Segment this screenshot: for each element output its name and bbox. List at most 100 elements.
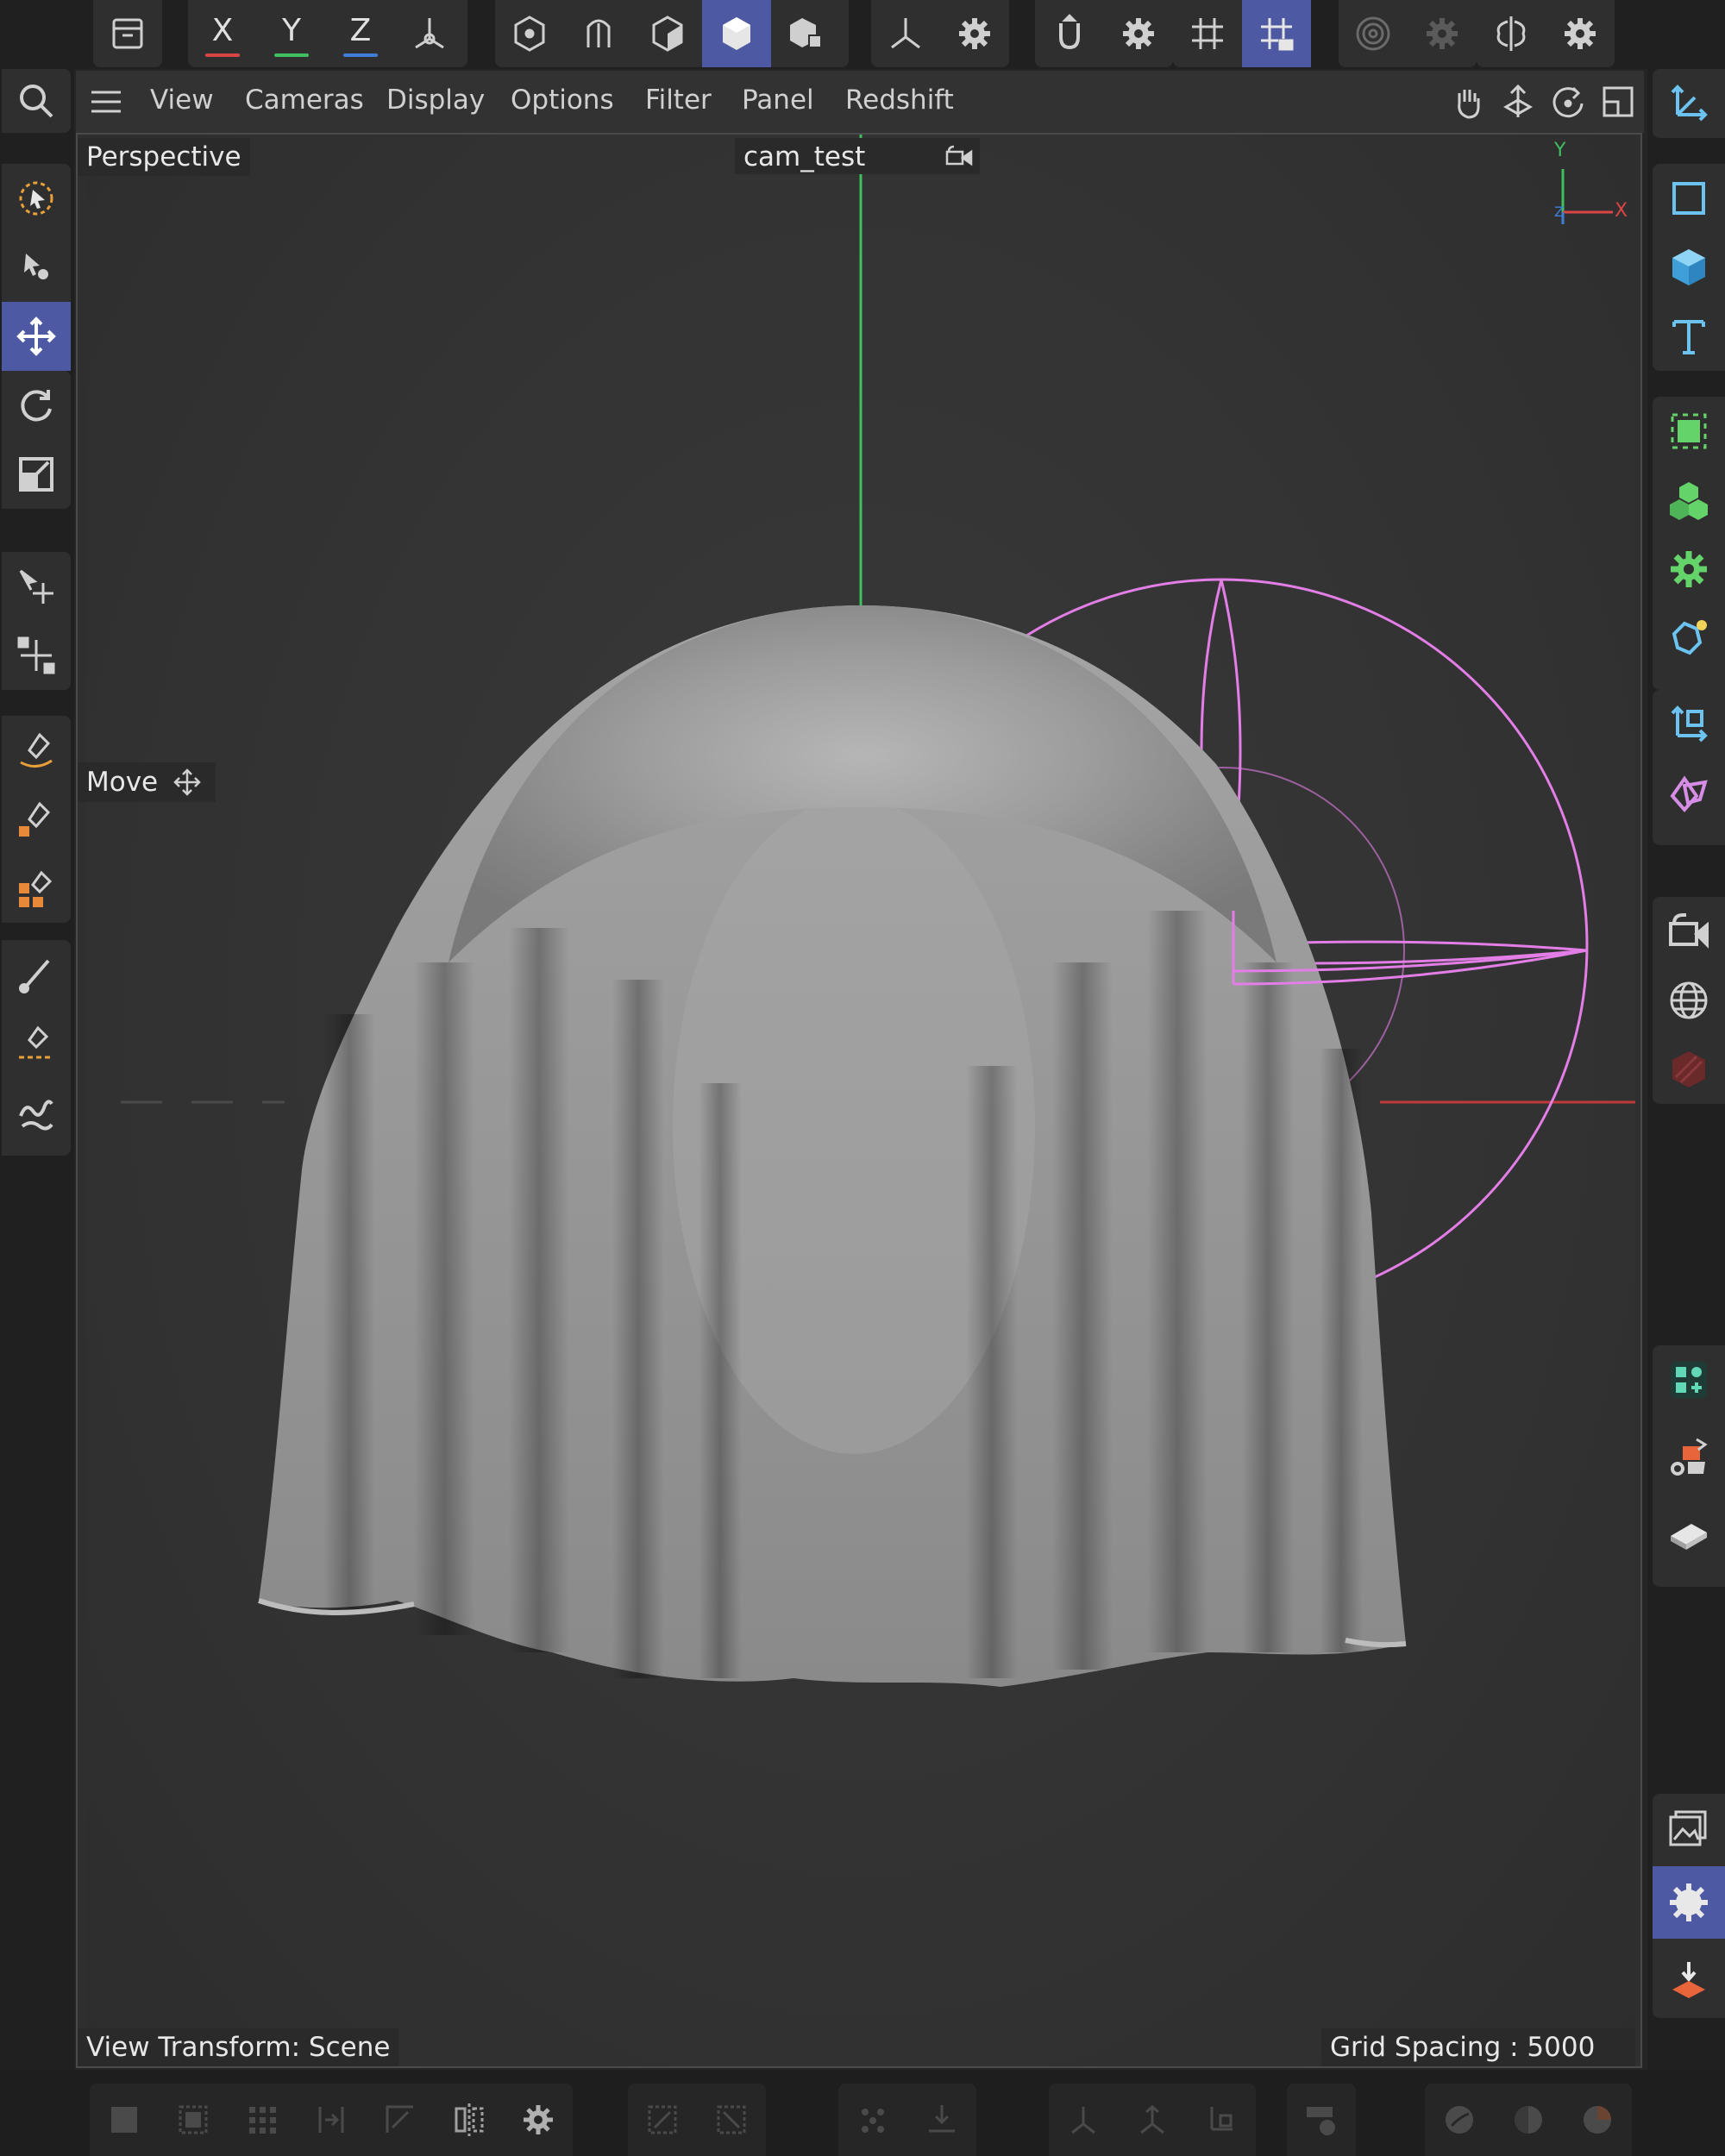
bottom-settings-gear-icon[interactable] bbox=[504, 2084, 573, 2156]
toolbar-group-symmetry bbox=[1477, 0, 1615, 67]
null-icon[interactable] bbox=[1653, 690, 1725, 759]
spline-primitive-icon[interactable] bbox=[1653, 164, 1725, 233]
workplane-lock-icon[interactable] bbox=[1242, 0, 1311, 67]
point-mode-icon[interactable] bbox=[838, 2084, 907, 2156]
spline-insert-icon[interactable] bbox=[1118, 2084, 1187, 2156]
undo-icon[interactable] bbox=[93, 0, 162, 67]
cloner-icon[interactable] bbox=[1653, 466, 1725, 535]
transform-icon[interactable] bbox=[2, 552, 71, 621]
spline-add-icon[interactable] bbox=[1049, 2084, 1118, 2156]
coordinate-system-icon[interactable] bbox=[395, 0, 464, 67]
render-icon[interactable] bbox=[228, 2084, 297, 2156]
menu-filter[interactable]: Filter bbox=[645, 85, 712, 116]
render-view-icon[interactable] bbox=[159, 2084, 228, 2156]
cube-primitive-icon[interactable] bbox=[1653, 233, 1725, 302]
fields-icon[interactable] bbox=[1653, 604, 1725, 673]
symmetry-gear-icon[interactable] bbox=[1546, 0, 1615, 67]
menu-view[interactable]: View bbox=[150, 85, 214, 116]
material-tag-icon[interactable] bbox=[1653, 1423, 1725, 1492]
y-axis-lock[interactable]: Y bbox=[257, 0, 326, 67]
active-tool-label: Move bbox=[86, 767, 159, 798]
orientation-y-label: Y bbox=[1554, 140, 1566, 161]
live-selection-icon[interactable] bbox=[2, 164, 71, 233]
edges-mode-icon[interactable] bbox=[564, 0, 633, 67]
right-group-coordinates bbox=[1653, 69, 1725, 138]
scene-icon[interactable] bbox=[1653, 759, 1725, 828]
render-settings-icon[interactable] bbox=[1653, 1866, 1725, 1939]
floor-icon[interactable] bbox=[1653, 1501, 1725, 1570]
menu-cameras[interactable]: Cameras bbox=[245, 85, 364, 116]
dolly-view-icon[interactable] bbox=[1499, 83, 1537, 121]
snapshot-icon[interactable] bbox=[435, 2084, 504, 2156]
toolbar-group-undo bbox=[93, 0, 162, 67]
grid-icon[interactable] bbox=[1173, 0, 1242, 67]
pan-view-icon[interactable] bbox=[1449, 83, 1487, 121]
view-name-label[interactable]: Perspective bbox=[78, 138, 250, 176]
soft-selection-gear-icon[interactable] bbox=[1408, 0, 1477, 67]
left-group-transform bbox=[2, 371, 71, 509]
axis-mode-icon[interactable] bbox=[871, 0, 940, 67]
spline-sketch-icon[interactable] bbox=[2, 785, 71, 854]
move-icon[interactable] bbox=[2, 302, 71, 371]
spline-pen-icon[interactable] bbox=[2, 716, 71, 785]
deformers-icon[interactable] bbox=[1653, 535, 1725, 604]
orbit-view-icon[interactable] bbox=[1549, 83, 1587, 121]
shader-ball-icon[interactable] bbox=[1425, 2084, 1494, 2156]
redshift-icon[interactable] bbox=[1653, 1035, 1725, 1104]
search-icon[interactable] bbox=[2, 69, 71, 133]
toolbar-group-grid bbox=[1173, 0, 1311, 67]
camera-icon[interactable] bbox=[1653, 897, 1725, 966]
points-mode-icon[interactable] bbox=[495, 0, 564, 67]
smoothing-icon[interactable] bbox=[2, 1078, 71, 1147]
polygon-pen-icon[interactable] bbox=[1653, 1345, 1725, 1414]
spline-point-icon[interactable] bbox=[1187, 2084, 1256, 2156]
shader-ball-orange-icon[interactable] bbox=[1563, 2084, 1632, 2156]
viewport-canvas[interactable]: Y X Z Perspective cam_test Move View Tra… bbox=[78, 135, 1635, 2066]
render-active-icon[interactable] bbox=[297, 2084, 366, 2156]
camera-selector[interactable]: cam_test bbox=[735, 138, 980, 174]
knife-icon[interactable] bbox=[2, 1009, 71, 1078]
render-region-icon[interactable] bbox=[90, 2084, 159, 2156]
right-toolbar bbox=[1647, 69, 1725, 2070]
axis-settings-gear-icon[interactable] bbox=[940, 0, 1009, 67]
shader-ball-dark-icon[interactable] bbox=[1494, 2084, 1563, 2156]
paint-mode-icon[interactable] bbox=[907, 2084, 976, 2156]
snap-magnet-icon[interactable] bbox=[1035, 0, 1104, 67]
toolbar-group-soft-selection bbox=[1339, 0, 1477, 67]
orientation-x-label: X bbox=[1615, 200, 1628, 222]
environment-icon[interactable] bbox=[1653, 966, 1725, 1035]
bottom-group-render bbox=[90, 2084, 573, 2156]
hamburger-menu-icon[interactable] bbox=[88, 88, 124, 116]
selection-tools-icon[interactable] bbox=[2, 233, 71, 302]
menu-options[interactable]: Options bbox=[511, 85, 614, 116]
uv-edit-icon[interactable] bbox=[628, 2084, 697, 2156]
placement-icon[interactable] bbox=[2, 621, 71, 690]
text-icon[interactable] bbox=[1653, 302, 1725, 371]
z-axis-lock[interactable]: Z bbox=[326, 0, 395, 67]
generators-icon[interactable] bbox=[1653, 397, 1725, 466]
soft-selection-icon[interactable] bbox=[1339, 0, 1408, 67]
paint-brush-icon[interactable] bbox=[2, 940, 71, 1009]
viewport-3d[interactable]: Y X Z Perspective cam_test Move View Tra… bbox=[76, 133, 1642, 2068]
polygons-mode-icon[interactable] bbox=[633, 0, 702, 67]
snap-settings-gear-icon[interactable] bbox=[1104, 0, 1173, 67]
uv-transform-icon[interactable] bbox=[697, 2084, 766, 2156]
coordinate-manager-icon[interactable] bbox=[1653, 69, 1725, 138]
toggle-view-icon[interactable] bbox=[1599, 83, 1637, 121]
x-axis-label: X bbox=[211, 12, 234, 48]
render-queue-icon[interactable] bbox=[1653, 1946, 1725, 2015]
menu-redshift[interactable]: Redshift bbox=[845, 85, 954, 116]
rotate-icon[interactable] bbox=[2, 371, 71, 440]
x-axis-lock[interactable]: X bbox=[188, 0, 257, 67]
texture-mode-icon[interactable] bbox=[771, 0, 840, 67]
scale-icon[interactable] bbox=[2, 440, 71, 509]
right-group-render bbox=[1653, 1794, 1725, 2018]
material-manager-icon[interactable] bbox=[1287, 2084, 1356, 2156]
model-mode-icon[interactable] bbox=[702, 0, 771, 67]
picture-viewer-icon[interactable] bbox=[1653, 1794, 1725, 1863]
render-queue-frame-icon[interactable] bbox=[366, 2084, 435, 2156]
symmetry-icon[interactable] bbox=[1477, 0, 1546, 67]
menu-display[interactable]: Display bbox=[386, 85, 485, 116]
menu-panel[interactable]: Panel bbox=[742, 85, 814, 116]
spline-tools-icon[interactable] bbox=[2, 854, 71, 923]
